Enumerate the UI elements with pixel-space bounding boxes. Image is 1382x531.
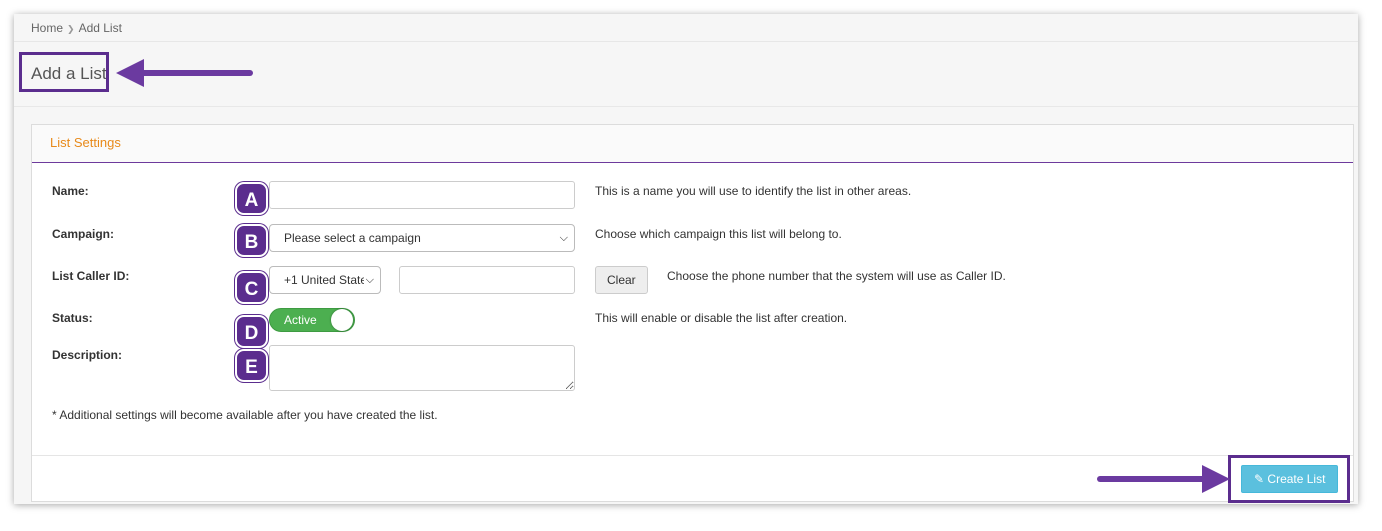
annotation-arrows <box>116 59 1230 493</box>
create-arrow-icon <box>1097 465 1230 493</box>
title-arrow-icon <box>116 59 253 87</box>
